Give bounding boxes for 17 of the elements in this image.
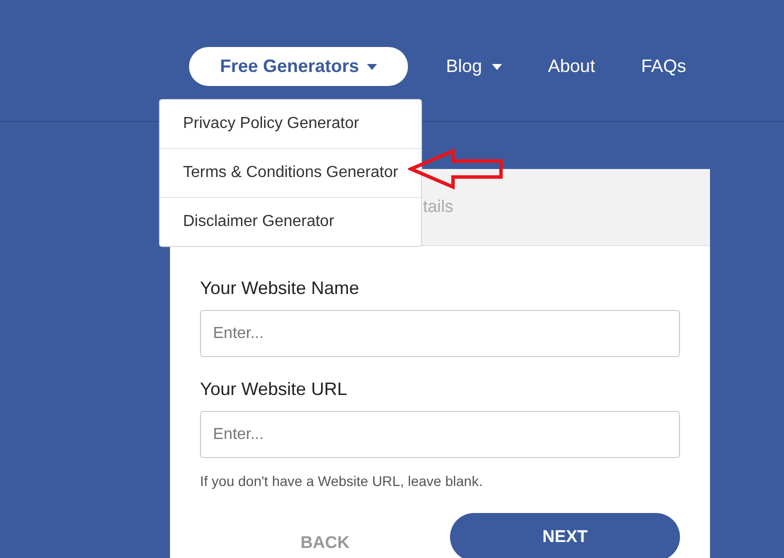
input-field[interactable]: Enter...: [200, 310, 680, 357]
caret-icon: [492, 64, 502, 70]
dropdown-item[interactable]: Privacy Policy Generator: [160, 100, 421, 148]
nav-link[interactable]: About: [548, 56, 596, 77]
dropdown-item[interactable]: Disclaimer Generator: [160, 197, 421, 246]
arrow-icon: [408, 148, 504, 190]
field-label: Your Website Name: [200, 278, 360, 299]
caret-icon: [367, 64, 378, 70]
nav-link[interactable]: FAQs: [641, 56, 686, 77]
hint-text: If you don't have a Website URL, leave blank.: [200, 473, 484, 489]
next-button[interactable]: NEXT: [450, 513, 680, 558]
nav-menu-button[interactable]: Free Generators: [189, 47, 408, 86]
field-label: Your Website URL: [200, 379, 348, 400]
input-field[interactable]: Enter...: [200, 411, 680, 458]
nav-link[interactable]: Blog: [446, 56, 502, 77]
card-title: tails: [423, 197, 454, 217]
dropdown-item[interactable]: Terms & Conditions Generator: [160, 148, 421, 197]
